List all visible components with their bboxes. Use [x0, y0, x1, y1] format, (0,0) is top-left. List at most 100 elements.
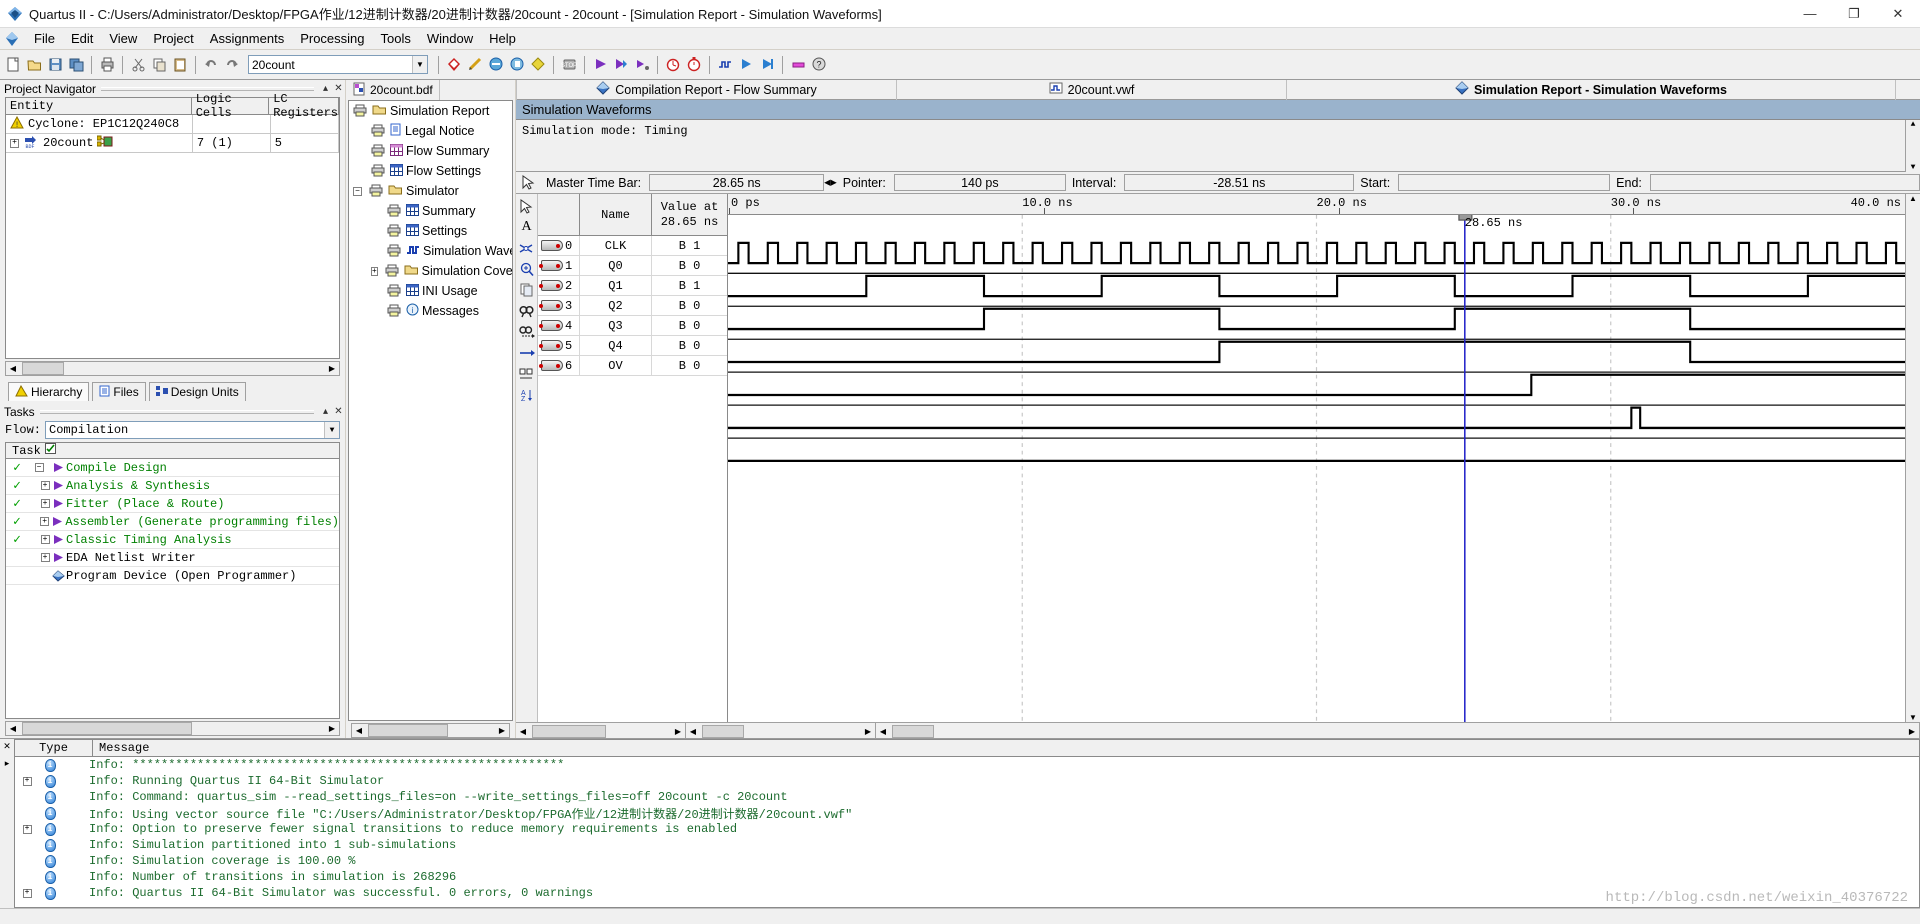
- task-expander[interactable]: +: [28, 535, 50, 544]
- tree-node-simulation-report[interactable]: Simulation Report: [349, 101, 512, 121]
- start-simulation-icon[interactable]: [736, 55, 756, 75]
- menu-item-project[interactable]: Project: [145, 29, 201, 48]
- task-expander[interactable]: +: [28, 499, 50, 508]
- task-row[interactable]: ✓ + Analysis & Synthesis: [6, 477, 339, 495]
- run-task-icon[interactable]: [50, 498, 66, 509]
- chevron-down-icon[interactable]: ▼: [412, 56, 427, 73]
- close-button[interactable]: ✕: [1876, 0, 1920, 28]
- project-combo[interactable]: 20count ▼: [248, 55, 428, 74]
- copy-icon[interactable]: [149, 55, 169, 75]
- column-header-message[interactable]: Message: [93, 740, 1919, 756]
- task-expander[interactable]: +: [28, 481, 50, 490]
- collapse-icon[interactable]: ▴: [319, 406, 332, 417]
- cut-icon[interactable]: [128, 55, 148, 75]
- column-header-lc-registers[interactable]: LC Registers: [269, 98, 339, 114]
- group-icon[interactable]: [518, 365, 536, 383]
- print-icon[interactable]: [97, 55, 117, 75]
- column-header-type[interactable]: Type: [15, 740, 93, 756]
- message-row[interactable]: i Info: Simulation coverage is 100.00 %: [15, 853, 1919, 869]
- menu-item-file[interactable]: File: [26, 29, 63, 48]
- run-task-icon[interactable]: [50, 552, 66, 563]
- signal-row[interactable]: 2 Q1 B 1: [538, 276, 727, 296]
- tree-node-simulation-waveform[interactable]: Simulation Waveform: [349, 241, 512, 261]
- analysis-synthesis-icon[interactable]: [486, 55, 506, 75]
- close-icon[interactable]: ✕: [332, 406, 345, 417]
- scroll-right-icon[interactable]: ▶: [325, 722, 339, 735]
- collapse-minus-icon[interactable]: −: [353, 187, 362, 196]
- table-row[interactable]: ! Cyclone: EP1C12Q240C8: [6, 115, 339, 134]
- waveform-canvas[interactable]: 28.65 ns: [728, 215, 1905, 722]
- signal-row[interactable]: 1 Q0 B 0: [538, 256, 727, 276]
- scroll-up-icon[interactable]: ▲: [1911, 120, 1916, 129]
- start-analysis-icon[interactable]: [611, 55, 631, 75]
- tab-hierarchy[interactable]: Hierarchy: [8, 382, 89, 401]
- row-expander[interactable]: +: [15, 825, 39, 834]
- task-row[interactable]: ✓ + Fitter (Place & Route): [6, 495, 339, 513]
- pencil-icon[interactable]: [465, 55, 485, 75]
- tab-20count-vwf[interactable]: 20count.vwf: [896, 80, 1286, 100]
- tree-node-flow-summary[interactable]: Flow Summary: [349, 141, 512, 161]
- scroll-left-icon[interactable]: ◀: [516, 724, 530, 738]
- save-all-icon[interactable]: [66, 55, 86, 75]
- run-task-icon[interactable]: [50, 534, 66, 545]
- run-task-icon[interactable]: [50, 516, 66, 527]
- expand-icon[interactable]: ▸: [5, 758, 10, 769]
- report-tree-hscrollbar[interactable]: ◀ ▶: [351, 723, 510, 738]
- scroll-thumb[interactable]: [532, 725, 606, 738]
- save-icon[interactable]: [45, 55, 65, 75]
- menu-item-processing[interactable]: Processing: [292, 29, 372, 48]
- flow-combo[interactable]: Compilation ▼: [45, 421, 340, 439]
- run-task-icon[interactable]: [50, 462, 66, 473]
- stop-icon[interactable]: STOP: [559, 55, 579, 75]
- tree-node-simulation-coverage[interactable]: + Simulation Coverage: [349, 261, 512, 281]
- pointer-icon[interactable]: [518, 197, 536, 215]
- master-time-bar-value[interactable]: 28.65 ns: [649, 174, 824, 191]
- menu-item-edit[interactable]: Edit: [63, 29, 101, 48]
- waveform-hscrollbar-segment[interactable]: ◀ ▶: [876, 723, 1920, 739]
- assembler-icon[interactable]: [528, 55, 548, 75]
- tree-node-summary[interactable]: Summary: [349, 201, 512, 221]
- copy-icon[interactable]: [518, 281, 536, 299]
- tab-files[interactable]: Files: [92, 382, 145, 401]
- programmer-device-icon[interactable]: [50, 570, 66, 582]
- end-value[interactable]: [1650, 174, 1920, 191]
- message-row[interactable]: i Info: Number of transitions in simulat…: [15, 869, 1919, 885]
- simulation-mode-vscrollbar[interactable]: ▲ ▼: [1905, 120, 1920, 172]
- simulation-report-icon[interactable]: [757, 55, 777, 75]
- expand-plus-icon[interactable]: +: [371, 267, 378, 276]
- start-fitter-icon[interactable]: [632, 55, 652, 75]
- signal-row[interactable]: 6 OV B 0: [538, 356, 727, 376]
- waveform-edit-icon[interactable]: [518, 239, 536, 257]
- scroll-down-icon[interactable]: ▼: [1909, 713, 1917, 722]
- scroll-left-icon[interactable]: ◀: [6, 362, 20, 375]
- tree-node-flow-settings[interactable]: Flow Settings: [349, 161, 512, 181]
- namecol-hscrollbar-segment[interactable]: ◀ ▶: [686, 723, 876, 739]
- signal-row[interactable]: 0 CLK B 1: [538, 236, 727, 256]
- timing-analyzer-icon[interactable]: [663, 55, 683, 75]
- message-row[interactable]: i Info: Command: quartus_sim --read_sett…: [15, 789, 1919, 805]
- start-value[interactable]: [1398, 174, 1610, 191]
- text-icon[interactable]: A: [518, 218, 536, 236]
- waveform-vscrollbar[interactable]: ▲ ▼: [1905, 194, 1920, 722]
- scroll-thumb[interactable]: [22, 722, 192, 735]
- paste-icon[interactable]: [170, 55, 190, 75]
- tab-design-units[interactable]: Design Units: [149, 382, 246, 401]
- message-row[interactable]: + i Info: Running Quartus II 64-Bit Simu…: [15, 773, 1919, 789]
- scroll-left-icon[interactable]: ◀: [686, 724, 700, 738]
- chevron-down-icon[interactable]: ▼: [324, 422, 339, 438]
- programmer-icon[interactable]: [788, 55, 808, 75]
- menu-item-window[interactable]: Window: [419, 29, 481, 48]
- tree-node-legal-notice[interactable]: Legal Notice: [349, 121, 512, 141]
- tab-20count-bdf[interactable]: 20count.bdf: [346, 80, 440, 100]
- fitter-icon[interactable]: [507, 55, 527, 75]
- timing-closure-icon[interactable]: [684, 55, 704, 75]
- task-row[interactable]: + EDA Netlist Writer: [6, 549, 339, 567]
- signal-row[interactable]: 5 Q4 B 0: [538, 336, 727, 356]
- compilation-report-icon[interactable]: [444, 55, 464, 75]
- task-expander[interactable]: −: [28, 463, 50, 472]
- app-menu-icon[interactable]: [4, 31, 20, 47]
- expand-plus-icon[interactable]: +: [10, 139, 19, 148]
- new-file-icon[interactable]: [3, 55, 23, 75]
- run-task-icon[interactable]: [50, 480, 66, 491]
- tree-node-ini-usage[interactable]: INI Usage: [349, 281, 512, 301]
